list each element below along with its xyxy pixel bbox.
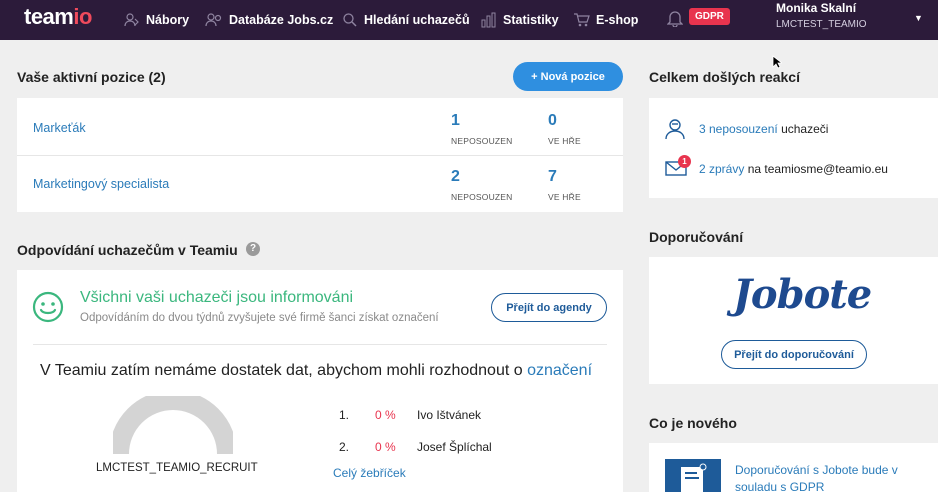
messages-badge: 1 xyxy=(678,155,691,168)
nav-item-eshop[interactable]: E-shop xyxy=(573,0,638,40)
unreviewed-label: NEPOSOUZEN xyxy=(451,136,513,146)
insufficient-data-text: V Teamiu zatím nemáme dostatek dat, abyc… xyxy=(40,362,593,379)
answering-title: Odpovídání uchazečům v Teamiu xyxy=(17,242,238,258)
messages-link[interactable]: 2 zprávy xyxy=(699,162,744,176)
rank-number: 1. xyxy=(339,408,350,422)
status-title: Všichni vaši uchazeči jsou informováni xyxy=(80,289,354,306)
gdpr-badge[interactable]: GDPR xyxy=(689,8,730,25)
answering-card: Všichni vaši uchazeči jsou informováni O… xyxy=(17,270,623,492)
responses-card: 3 neposouzení uchazeči 1 2 zprávy na tea… xyxy=(649,98,938,198)
people-icon xyxy=(124,13,139,27)
position-row[interactable]: Markeťák 1 NEPOSOUZEN 0 VE HŘE xyxy=(17,98,623,155)
mouse-cursor-icon xyxy=(772,55,782,69)
person-icon xyxy=(665,119,685,140)
nav-item-statistiky[interactable]: Statistiky xyxy=(481,0,559,40)
top-navbar: teamio Nábory Databáze Jobs.cz Hledání u… xyxy=(0,0,938,40)
rank-percent: 0 % xyxy=(375,440,396,454)
news-title: Co je nového xyxy=(649,415,737,431)
news-item-link[interactable]: Doporučování s Jobote bude v souladu s G… xyxy=(735,462,898,492)
recommend-card: Jobote Přejít do doporučování xyxy=(649,257,938,384)
bell-icon[interactable] xyxy=(667,9,683,27)
news-card: Doporučování s Jobote bude v souladu s G… xyxy=(649,443,938,492)
rank-percent: 0 % xyxy=(375,408,396,422)
nav-item-hledani[interactable]: Hledání uchazečů xyxy=(342,0,470,40)
cart-icon xyxy=(574,13,590,27)
rank-name: Ivo Ištvánek xyxy=(417,408,482,422)
help-icon[interactable]: ? xyxy=(246,242,260,256)
in-game-label: VE HŘE xyxy=(548,192,581,202)
divider xyxy=(33,344,607,345)
gauge-label: LMCTEST_TEAMIO_RECRUIT xyxy=(96,462,258,474)
go-to-recommend-button[interactable]: Přejít do doporučování xyxy=(721,340,867,369)
position-name[interactable]: Markeťák xyxy=(33,121,86,135)
unreviewed-candidates: 3 neposouzení uchazeči xyxy=(699,122,829,136)
in-game-label: VE HŘE xyxy=(548,136,581,146)
document-thumbnail-icon xyxy=(665,459,721,492)
nav-item-nabory[interactable]: Nábory xyxy=(124,0,189,40)
position-row[interactable]: Marketingový specialista 2 NEPOSOUZEN 7 … xyxy=(17,155,623,212)
messages-info: 2 zprávy na teamiosme@teamio.eu xyxy=(699,162,888,176)
smiley-icon xyxy=(32,291,64,323)
unreviewed-label: NEPOSOUZEN xyxy=(451,192,513,202)
bar-chart-icon xyxy=(481,12,496,28)
go-to-agenda-button[interactable]: Přejít do agendy xyxy=(491,293,607,322)
unreviewed-count[interactable]: 2 xyxy=(451,168,460,186)
positions-title: Vaše aktivní pozice (2) xyxy=(17,69,166,85)
people-search-icon xyxy=(205,13,222,27)
unreviewed-candidates-link[interactable]: 3 neposouzení xyxy=(699,122,778,136)
jobote-logo[interactable]: Jobote xyxy=(733,271,872,318)
responses-title: Celkem došlých reakcí xyxy=(649,69,800,85)
in-game-count[interactable]: 0 xyxy=(548,112,557,130)
new-position-button[interactable]: + Nová pozice xyxy=(513,62,623,91)
teamio-logo[interactable]: teamio xyxy=(24,4,92,30)
rank-name: Josef Šplíchal xyxy=(417,440,492,454)
positions-card: Markeťák 1 NEPOSOUZEN 0 VE HŘE Marketing… xyxy=(17,98,623,212)
search-icon xyxy=(343,13,357,27)
position-name[interactable]: Marketingový specialista xyxy=(33,177,169,191)
user-menu-caret-icon[interactable]: ▼ xyxy=(914,13,923,23)
in-game-count[interactable]: 7 xyxy=(548,168,557,186)
nav-item-databaze[interactable]: Databáze Jobs.cz xyxy=(205,0,333,40)
status-subtitle: Odpovídáním do dvou týdnů zvyšujete své … xyxy=(80,312,439,324)
user-account: LMCTEST_TEAMIO xyxy=(776,19,867,30)
badge-link[interactable]: označení xyxy=(527,362,592,379)
user-name[interactable]: Monika Skalní xyxy=(776,1,856,15)
gauge-chart xyxy=(113,396,233,455)
rank-number: 2. xyxy=(339,440,350,454)
full-ranking-link[interactable]: Celý žebříček xyxy=(333,466,406,480)
recommend-title: Doporučování xyxy=(649,229,744,245)
unreviewed-count[interactable]: 1 xyxy=(451,112,460,130)
